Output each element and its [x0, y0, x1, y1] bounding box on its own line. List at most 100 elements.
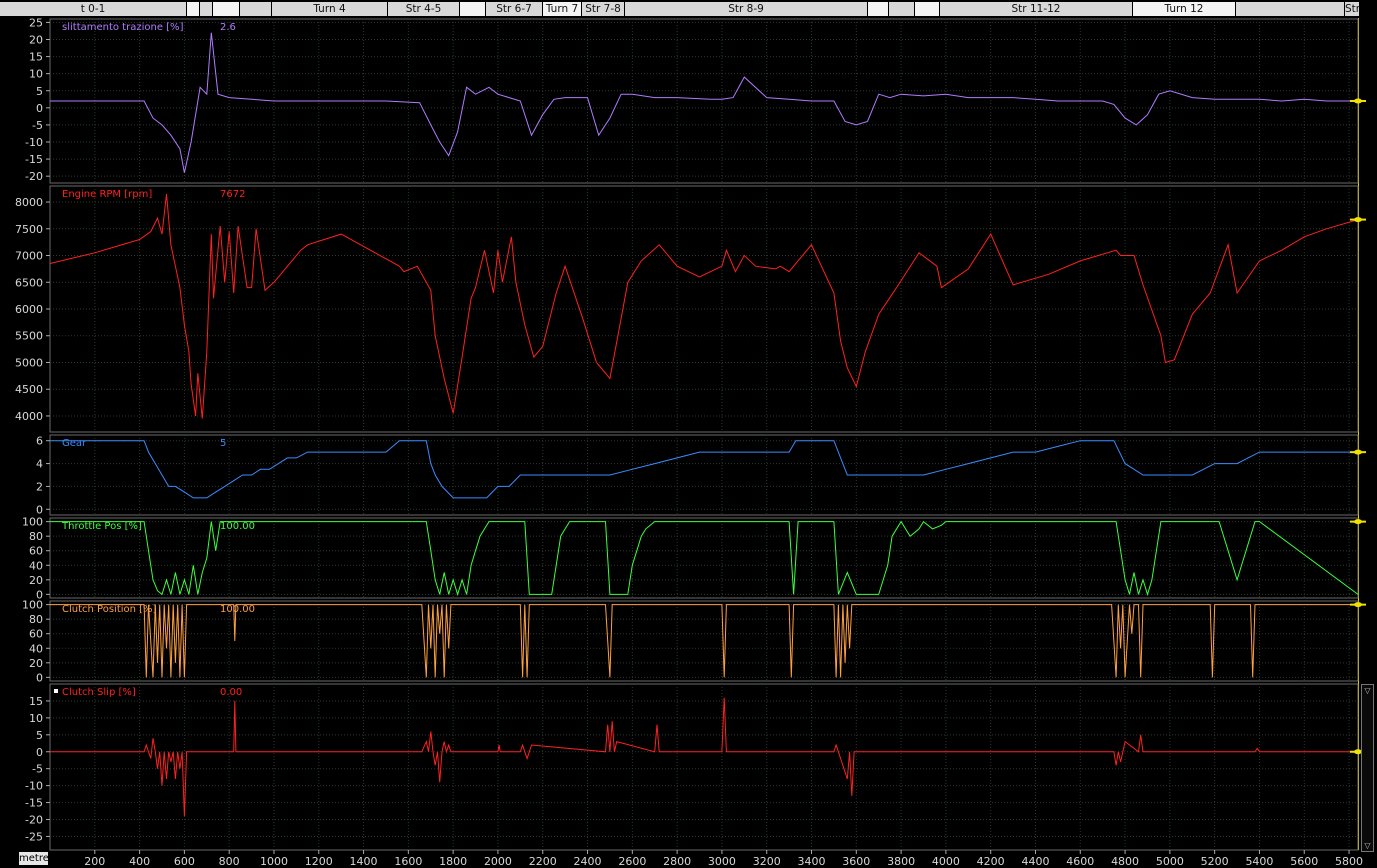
y-tick-label: -20 — [25, 170, 43, 183]
series-line — [50, 440, 1358, 499]
y-tick-label: 0 — [36, 503, 43, 516]
x-tick-label: 4200 — [977, 855, 1005, 868]
current-value: 100.00 — [220, 521, 255, 532]
vertical-scrollbar[interactable]: ▽ ▽ — [1361, 684, 1374, 852]
x-tick-label: 2400 — [574, 855, 602, 868]
x-tick-label: 4400 — [1021, 855, 1049, 868]
cursor-marker-dot — [1354, 602, 1362, 608]
current-value: 100.00 — [220, 604, 255, 615]
x-tick-label: 5200 — [1201, 855, 1229, 868]
y-tick-label: -10 — [25, 136, 43, 149]
panel-0: 25 20 15 10 5 0 -5 -10 -15 -20 slittamento trazion… — [25, 16, 1366, 184]
cursor-marker-dot — [1354, 519, 1362, 525]
panel-title: Throttle Pos [%] — [61, 521, 142, 532]
x-tick-label: 2200 — [529, 855, 557, 868]
scroll-up-icon[interactable]: ▽ — [1362, 685, 1373, 696]
x-tick-label: 1000 — [260, 855, 288, 868]
y-tick-label: 7000 — [15, 250, 43, 263]
current-value: 0.00 — [220, 687, 242, 698]
panel-frame — [49, 18, 1359, 184]
y-tick-label: 80 — [29, 530, 43, 543]
series-line — [49, 193, 1359, 419]
y-tick-label: 2 — [36, 480, 43, 493]
y-tick-label: 6500 — [15, 276, 43, 289]
x-tick-label: 4600 — [1066, 855, 1094, 868]
panel-title: Clutch Slip [%] — [62, 687, 136, 698]
y-tick-label: 60 — [29, 628, 43, 641]
y-tick-label: 5500 — [15, 330, 43, 343]
panel-4: 10080 6040 200 Clutch Position [%] 100.00 — [22, 599, 1366, 684]
x-tick-label: 1800 — [439, 855, 467, 868]
y-tick-label: 0 — [36, 102, 43, 115]
panel-title: Clutch Position [%] — [62, 604, 157, 615]
panel-5: 15 10 5 0 -5 -10 -15 -20 -25 Clutch Slip [%] 0.00 — [25, 683, 1366, 851]
y-tick-label: 7500 — [15, 223, 43, 236]
x-tick-label: 4800 — [1111, 855, 1139, 868]
x-tick-label: 1600 — [394, 855, 422, 868]
y-tick-label: -15 — [25, 797, 43, 810]
y-tick-label: 6 — [36, 435, 43, 448]
x-tick-label: 5600 — [1290, 855, 1318, 868]
x-tick-label: 5800 — [1335, 855, 1363, 868]
cursor-marker-dot — [1354, 449, 1362, 455]
panel-1: 8000 7500 7000 6500 6000 5500 5000 4500 4000 Engi… — [15, 185, 1366, 433]
y-tick-label: 20 — [29, 657, 43, 670]
scroll-down-icon[interactable]: ▽ — [1362, 840, 1373, 851]
x-tick-label: 3800 — [887, 855, 915, 868]
y-tick-label: -25 — [25, 830, 43, 843]
panel-2: 6 4 2 0 Gear 5 — [36, 434, 1366, 516]
y-tick-label: 40 — [29, 559, 43, 572]
x-tick-label: 200 — [84, 855, 105, 868]
y-tick-label: 4 — [36, 458, 43, 471]
y-tick-label: 25 — [29, 16, 43, 29]
x-tick-label: 1400 — [350, 855, 378, 868]
x-tick-label: 5000 — [1156, 855, 1184, 868]
x-tick-label: 800 — [219, 855, 240, 868]
y-tick-label: 40 — [29, 642, 43, 655]
current-value: 5 — [220, 438, 226, 449]
current-value: 2.6 — [220, 22, 236, 33]
y-tick-label: 5000 — [15, 356, 43, 369]
x-tick-label: 1200 — [305, 855, 333, 868]
y-tick-label: 60 — [29, 545, 43, 558]
x-tick-label: 400 — [129, 855, 150, 868]
y-tick-label: 15 — [29, 51, 43, 64]
y-tick-label: -15 — [25, 153, 43, 166]
y-tick-label: 100 — [22, 516, 43, 529]
x-tick-label: 3400 — [798, 855, 826, 868]
y-tick-label: 20 — [29, 574, 43, 587]
x-tick-label: 4000 — [932, 855, 960, 868]
panel-marker-icon — [54, 689, 58, 693]
y-tick-label: 5 — [36, 729, 43, 742]
x-tick-label: 2800 — [663, 855, 691, 868]
telemetry-plot[interactable]: 2520151050-5-10-15-20slittamento trazion… — [0, 0, 1377, 868]
y-tick-label: 0 — [36, 746, 43, 759]
panel-title: slittamento trazione [%] — [62, 22, 184, 33]
x-tick-label: 2600 — [618, 855, 646, 868]
y-tick-label: 4000 — [15, 410, 43, 423]
y-tick-label: 0 — [36, 671, 43, 684]
y-tick-label: 8000 — [15, 196, 43, 209]
series-line — [50, 520, 1359, 597]
y-tick-label: 5 — [36, 85, 43, 98]
y-tick-label: -5 — [32, 763, 43, 776]
y-tick-label: 10 — [29, 68, 43, 81]
series-line — [50, 32, 1358, 173]
y-tick-label: -20 — [25, 814, 43, 827]
y-tick-label: 6000 — [15, 303, 43, 316]
series-line — [50, 697, 1358, 817]
x-tick-label: 3200 — [753, 855, 781, 868]
y-tick-label: 20 — [29, 34, 43, 47]
y-tick-label: 4500 — [15, 383, 43, 396]
cursor-marker-dot — [1354, 217, 1362, 223]
x-unit-label[interactable]: metre — [19, 852, 49, 865]
current-value: 7672 — [220, 189, 245, 200]
y-tick-label: 80 — [29, 613, 43, 626]
y-tick-label: -10 — [25, 780, 43, 793]
panel-frame — [49, 683, 1359, 851]
y-tick-label: 10 — [29, 712, 43, 725]
x-tick-label: 3600 — [842, 855, 870, 868]
panel-title: Engine RPM [rpm] — [62, 189, 152, 200]
cursor-marker-dot — [1354, 98, 1362, 104]
panel-title: Gear — [62, 438, 87, 449]
